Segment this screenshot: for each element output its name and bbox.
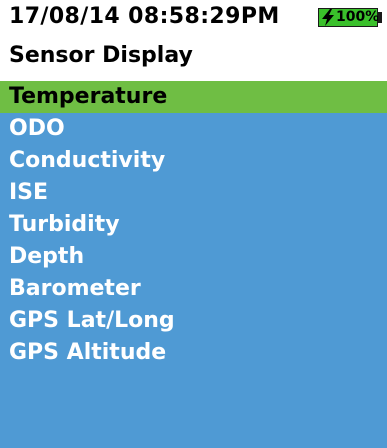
sensor-menu: Temperature ODO Conductivity ISE Turbidi… xyxy=(0,81,387,448)
menu-item-temperature[interactable]: Temperature xyxy=(0,81,387,113)
menu-item-depth[interactable]: Depth xyxy=(0,241,387,273)
datetime-readout: 17/08/14 08:58:29PM xyxy=(9,4,280,29)
menu-item-conductivity[interactable]: Conductivity xyxy=(0,145,387,177)
sensor-display-screen: 17/08/14 08:58:29PM 100% Sensor Display … xyxy=(0,0,387,448)
lightning-bolt-icon xyxy=(322,9,334,26)
menu-item-turbidity[interactable]: Turbidity xyxy=(0,209,387,241)
menu-item-odo[interactable]: ODO xyxy=(0,113,387,145)
screen-title: Sensor Display xyxy=(9,43,193,68)
battery-percent: 100% xyxy=(336,9,380,25)
menu-item-gps-altitude[interactable]: GPS Altitude xyxy=(0,337,387,369)
battery-indicator: 100% xyxy=(318,8,380,27)
menu-item-barometer[interactable]: Barometer xyxy=(0,273,387,305)
battery-terminal xyxy=(378,12,382,23)
menu-item-gps-lat-long[interactable]: GPS Lat/Long xyxy=(0,305,387,337)
status-bar: 17/08/14 08:58:29PM 100% xyxy=(0,0,387,38)
menu-item-ise[interactable]: ISE xyxy=(0,177,387,209)
